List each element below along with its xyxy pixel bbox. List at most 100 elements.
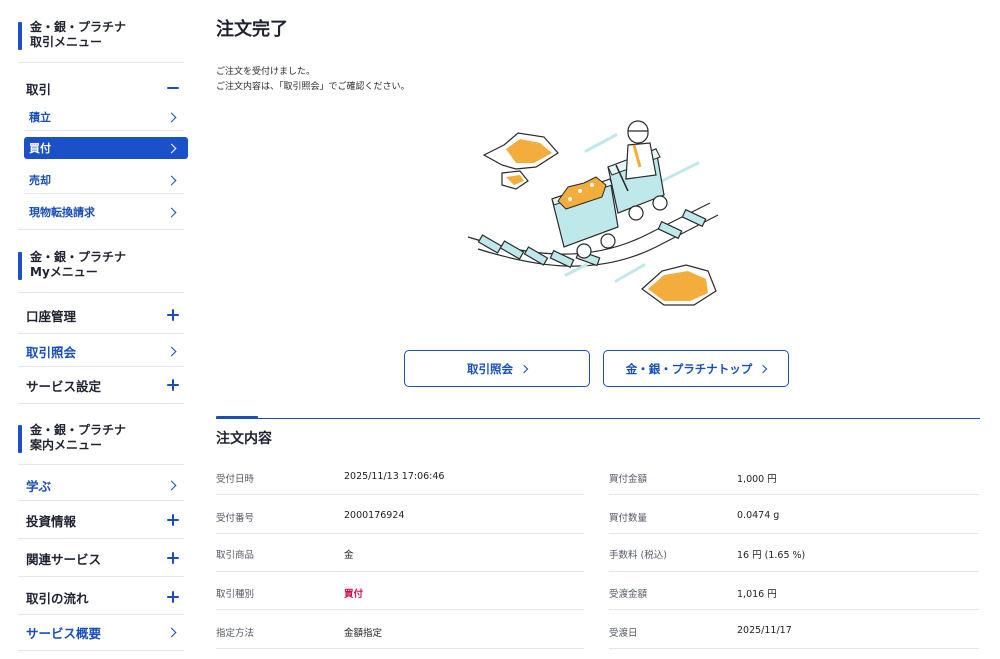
sidebar-item-account-management[interactable]: 口座管理 [18, 303, 188, 327]
sidebar: 金・銀・プラチナ 取引メニュー 取引 積立 買付 売却 現物転換請求 金・銀・プ… [18, 0, 190, 659]
detail-value-product: 金 [344, 550, 354, 561]
chevron-right-icon [166, 344, 180, 358]
divider [18, 366, 184, 367]
sidebar-item-label: 取引照会 [26, 344, 77, 360]
detail-value-trade-type: 買付 [344, 589, 364, 600]
detail-label-fee: 手数料 (税込) [609, 550, 667, 561]
row-divider [216, 571, 584, 572]
divider [18, 403, 184, 404]
detail-value-received-time: 2025/11/13 17:06:46 [344, 471, 445, 482]
sidebar-item-sell[interactable]: 売却 [24, 169, 188, 191]
divider [24, 130, 184, 131]
detail-label-received-time: 受付日時 [216, 474, 255, 485]
detail-value-buy-quantity: 0.0474 g [737, 510, 780, 521]
confirmation-message: ご注文を受付けました。 ご注文内容は、「取引照会」でご確認ください。 [216, 65, 410, 95]
divider [18, 500, 184, 501]
sidebar-item-learn[interactable]: 学ぶ [18, 473, 188, 497]
divider [18, 333, 184, 334]
row-divider [216, 533, 584, 534]
divider-tab [216, 416, 258, 419]
sidebar-item-label: 口座管理 [26, 308, 77, 324]
detail-value-fee: 16 円 (1.65 %) [737, 550, 806, 561]
confirmation-message-line2: ご注文内容は、「取引照会」でご確認ください。 [216, 82, 410, 92]
sidebar-item-label: 投資情報 [26, 513, 77, 529]
detail-label-order-method: 指定方法 [216, 628, 255, 639]
sidebar-item-accumulate[interactable]: 積立 [24, 106, 188, 128]
divider [18, 464, 184, 465]
detail-label-order-number: 受付番号 [216, 513, 255, 524]
divider [18, 576, 184, 577]
divider [18, 614, 184, 615]
sidebar-section-trade[interactable]: 取引 [18, 76, 188, 100]
order-details-title: 注文内容 [216, 431, 272, 447]
sidebar-item-investment-info[interactable]: 投資情報 [18, 508, 188, 532]
row-divider [609, 571, 979, 572]
guide-menu-heading-line2: 案内メニュー [30, 438, 103, 452]
gold-nugget-right [641, 264, 717, 306]
sidebar-item-physical-conversion[interactable]: 現物転換請求 [24, 201, 188, 223]
chevron-right-icon [166, 625, 180, 639]
detail-value-order-number: 2000176924 [344, 510, 405, 521]
confirmation-message-line1: ご注文を受付けました。 [216, 67, 316, 77]
plus-icon [166, 590, 180, 604]
detail-value-order-method: 金額指定 [344, 628, 383, 639]
trade-menu-heading-line2: 取引メニュー [30, 35, 103, 49]
minus-icon [166, 81, 180, 95]
sidebar-item-service-settings[interactable]: サービス設定 [18, 373, 188, 397]
mine-cart-illustration [467, 120, 719, 306]
chevron-right-icon [166, 173, 180, 187]
sidebar-item-label: 学ぶ [26, 478, 52, 494]
chevron-right-icon [759, 364, 768, 373]
sidebar-item-label: サービス設定 [26, 378, 102, 394]
trade-inquiry-button[interactable]: 取引照会 [404, 350, 590, 387]
sidebar-item-trade-flow[interactable]: 取引の流れ [18, 585, 188, 609]
detail-label-settlement-date: 受渡日 [609, 628, 638, 639]
sidebar-item-related-services[interactable]: 関連サービス [18, 546, 188, 570]
detail-label-settlement-amount: 受渡金額 [609, 589, 648, 600]
detail-value-settlement-date: 2025/11/17 [737, 625, 792, 636]
page-title: 注文完了 [216, 19, 288, 40]
sidebar-item-label: 売却 [29, 174, 51, 187]
detail-value-buy-amount: 1,000 円 [737, 474, 777, 485]
trade-menu-heading-line1: 金・銀・プラチナ [30, 20, 127, 34]
chevron-right-icon [519, 364, 529, 373]
trade-menu-heading: 金・銀・プラチナ 取引メニュー [18, 20, 126, 50]
plus-icon [166, 513, 180, 527]
chevron-right-icon [166, 478, 180, 492]
sidebar-item-label: 積立 [29, 111, 51, 124]
guide-menu-heading-line1: 金・銀・プラチナ [30, 423, 127, 437]
row-divider [216, 494, 584, 495]
row-divider [609, 533, 979, 534]
my-menu-heading-line1: 金・銀・プラチナ [30, 250, 127, 264]
row-divider [609, 494, 979, 495]
sidebar-item-trade-inquiry[interactable]: 取引照会 [18, 339, 188, 363]
divider-line [216, 418, 980, 419]
main-content: 注文完了 ご注文を受付けました。 ご注文内容は、「取引照会」でご確認ください。 [216, 0, 980, 659]
my-menu-heading: 金・銀・プラチナ Myメニュー [18, 250, 126, 280]
divider [18, 650, 184, 651]
chevron-right-icon [166, 110, 180, 124]
trade-inquiry-button-label: 取引照会 [467, 363, 513, 376]
sidebar-item-service-overview[interactable]: サービス概要 [18, 620, 188, 644]
sidebar-section-trade-label: 取引 [26, 81, 52, 97]
plus-icon [166, 308, 180, 322]
detail-label-product: 取引商品 [216, 550, 255, 561]
gold-nugget-left [482, 132, 559, 190]
section-divider [216, 416, 980, 420]
row-divider [216, 648, 584, 649]
detail-value-settlement-amount: 1,016 円 [737, 589, 777, 600]
divider [18, 62, 184, 63]
sidebar-item-label: 関連サービス [26, 551, 102, 567]
sidebar-item-buy[interactable]: 買付 [24, 137, 188, 159]
sidebar-item-label: 取引の流れ [26, 590, 89, 606]
detail-label-buy-quantity: 買付数量 [609, 513, 648, 524]
sidebar-item-label: サービス概要 [26, 625, 102, 641]
precious-metals-top-button[interactable]: 金・銀・プラチナトップ [603, 350, 789, 387]
detail-label-trade-type: 取引種別 [216, 589, 255, 600]
plus-icon [166, 551, 180, 565]
chevron-right-icon [166, 141, 180, 155]
row-divider [609, 648, 979, 649]
plus-icon [166, 378, 180, 392]
detail-label-buy-amount: 買付金額 [609, 474, 648, 485]
guide-menu-heading: 金・銀・プラチナ 案内メニュー [18, 423, 126, 453]
